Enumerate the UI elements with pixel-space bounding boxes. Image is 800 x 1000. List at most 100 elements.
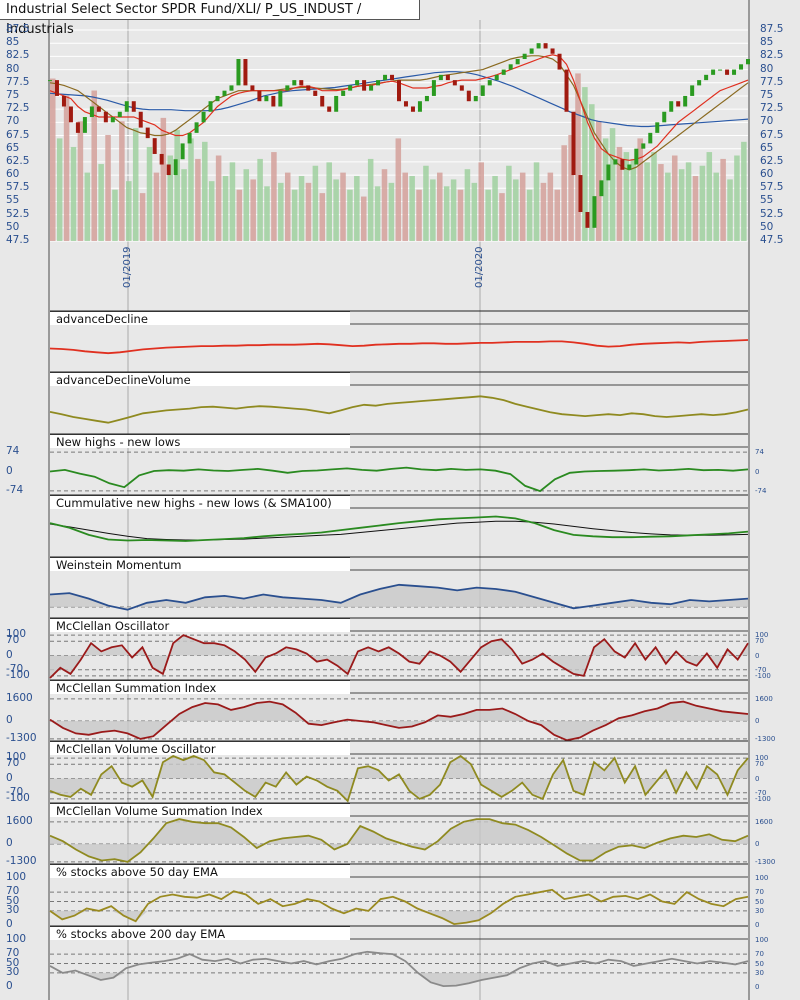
volume-bar (312, 165, 319, 241)
price-tick-right: 57.5 (760, 181, 784, 194)
volume-bar (174, 129, 180, 241)
panel-tick-left: 100 (6, 871, 27, 883)
price-tick-left: 85 (6, 36, 20, 49)
price-candle (103, 111, 108, 123)
volume-bar (284, 172, 291, 241)
price-candle (543, 43, 548, 49)
volume-bar (222, 176, 229, 241)
volume-bar (540, 182, 547, 241)
volume-bar (430, 179, 436, 241)
price-candle (648, 132, 653, 144)
volume-bar (526, 189, 533, 241)
volume-bar (250, 179, 256, 241)
price-tick-left: 80 (6, 62, 20, 75)
volume-bar (278, 182, 284, 241)
price-candle (424, 95, 429, 102)
volume-bar (381, 169, 388, 241)
volume-bar (367, 158, 374, 241)
price-candle (585, 211, 590, 228)
panel-tick-right: 30 (755, 968, 764, 977)
volume-bar (264, 186, 270, 241)
chart-window: Industrial Select Sector SPDR Fund/XLI/ … (0, 0, 800, 1000)
price-candle (515, 59, 520, 65)
price-tick-right: 85 (760, 36, 774, 49)
price-candle (152, 138, 157, 154)
price-candle (746, 59, 750, 65)
panel-tick-left: 30 (6, 965, 20, 978)
panel-tick-right: 0 (755, 839, 760, 848)
price-candle (501, 69, 506, 75)
price-candle (194, 122, 199, 133)
price-candle (201, 111, 206, 123)
price-candle (222, 90, 227, 96)
panel-tick-left: -100 (6, 791, 30, 804)
price-candle (620, 159, 625, 170)
panel-tick-left: 0 (6, 713, 13, 726)
price-tick-left: 52.5 (6, 207, 30, 220)
price-candle (166, 164, 171, 176)
panel-title: McClellan Summation Index (50, 680, 350, 695)
advanceDeclineVolume-line (49, 395, 749, 424)
volume-bar (457, 189, 464, 241)
price-candle (131, 101, 136, 112)
panel-title: Weinstein Momentum (50, 557, 350, 572)
price-candle (529, 48, 534, 54)
volume-bar (84, 172, 91, 241)
price-candle (180, 143, 185, 160)
price-candle (299, 80, 304, 86)
percent-above-50ema-line (49, 888, 749, 926)
volume-bar (188, 138, 194, 241)
price-candle (592, 196, 597, 228)
volume-bar (319, 193, 326, 241)
panel-tick-right: 0 (755, 983, 760, 991)
volume-bar (409, 176, 415, 241)
price-candle (96, 106, 101, 112)
panel-tick-right: 1600 (755, 694, 773, 703)
price-candle (522, 53, 527, 60)
panel-tick-right: 0 (755, 921, 760, 929)
volume-bar (644, 162, 650, 241)
price-tick-left: 87.5 (6, 23, 30, 35)
volume-bar (119, 121, 125, 241)
price-candle (306, 85, 311, 91)
volume-bar (699, 165, 706, 241)
price-candle (48, 80, 52, 82)
price-tick-left: 72.5 (6, 102, 30, 115)
volume-bar (50, 78, 56, 241)
price-candle (215, 95, 220, 102)
volume-bar (195, 158, 201, 241)
panel-tick-right: -1300 (755, 734, 776, 743)
panel-tick-left: 1600 (6, 814, 33, 827)
price-tick-right: 80 (760, 62, 774, 75)
panel-tick-left: 1600 (6, 691, 33, 704)
panel-title: McClellan Volume Oscillator (50, 741, 350, 756)
price-candle (362, 80, 367, 91)
panel-tick-right: 50 (755, 897, 764, 906)
volume-bar (374, 186, 381, 241)
price-candle (250, 85, 255, 91)
panel-tick-right: 100 (755, 874, 769, 882)
price-tick-left: 67.5 (6, 128, 30, 141)
price-candle (662, 111, 667, 123)
price-tick-right: 47.5 (760, 234, 784, 246)
volume-bar (354, 176, 360, 241)
panel-title: McClellan Volume Summation Index (50, 803, 350, 818)
price-candle (383, 74, 388, 81)
price-tick-right: 82.5 (760, 49, 784, 62)
area-fill (50, 819, 748, 862)
panel-title: % stocks above 50 day EMA (50, 864, 350, 879)
panel-title: % stocks above 200 day EMA (50, 926, 350, 941)
volume-bar (651, 152, 657, 241)
price-tick-left: 65 (6, 141, 20, 154)
volume-bar (630, 158, 637, 241)
price-candle (341, 90, 346, 96)
price-tick-left: 77.5 (6, 75, 30, 88)
price-candle (641, 143, 646, 149)
price-candle (410, 106, 415, 112)
price-tick-left: 47.5 (6, 234, 30, 246)
price-candle (564, 69, 569, 112)
price-candle (473, 95, 478, 102)
price-tick-right: 72.5 (760, 102, 784, 115)
price-tick-left: 60 (6, 168, 20, 181)
price-tick-left: 82.5 (6, 49, 30, 62)
